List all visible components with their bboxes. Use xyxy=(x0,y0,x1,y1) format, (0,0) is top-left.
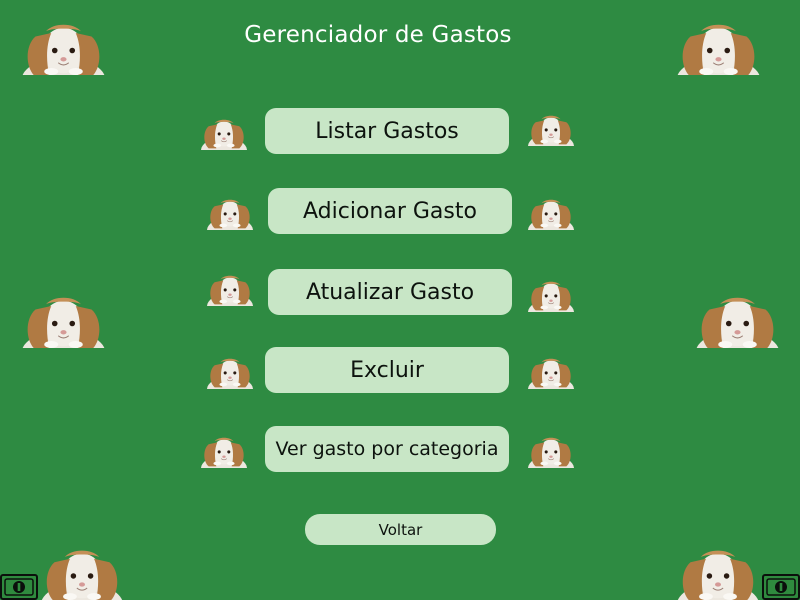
money-bill-icon xyxy=(0,574,38,600)
bunny-icon xyxy=(674,545,762,600)
bunny-icon xyxy=(674,19,763,75)
bunny-icon xyxy=(206,353,254,389)
bunny-icon xyxy=(693,292,782,348)
bunny-icon xyxy=(206,270,254,306)
page-title: Gerenciador de Gastos xyxy=(244,22,512,48)
bunny-icon xyxy=(38,545,126,600)
bunny-icon xyxy=(527,432,575,468)
back-button[interactable]: Voltar xyxy=(305,514,496,545)
bunny-icon xyxy=(527,276,575,312)
bunny-icon xyxy=(206,194,254,230)
money-bill-icon xyxy=(762,574,800,600)
bunny-icon xyxy=(200,432,248,468)
delete-expense-button[interactable]: Excluir xyxy=(265,347,509,393)
bunny-icon xyxy=(527,110,575,146)
view-by-category-button[interactable]: Ver gasto por categoria xyxy=(265,426,509,472)
list-expenses-button[interactable]: Listar Gastos xyxy=(265,108,509,154)
bunny-icon xyxy=(527,194,575,230)
bunny-icon xyxy=(19,19,108,75)
bunny-icon xyxy=(527,353,575,389)
bunny-icon xyxy=(19,292,108,348)
bunny-icon xyxy=(200,114,248,150)
add-expense-button[interactable]: Adicionar Gasto xyxy=(268,188,512,234)
update-expense-button[interactable]: Atualizar Gasto xyxy=(268,269,512,315)
